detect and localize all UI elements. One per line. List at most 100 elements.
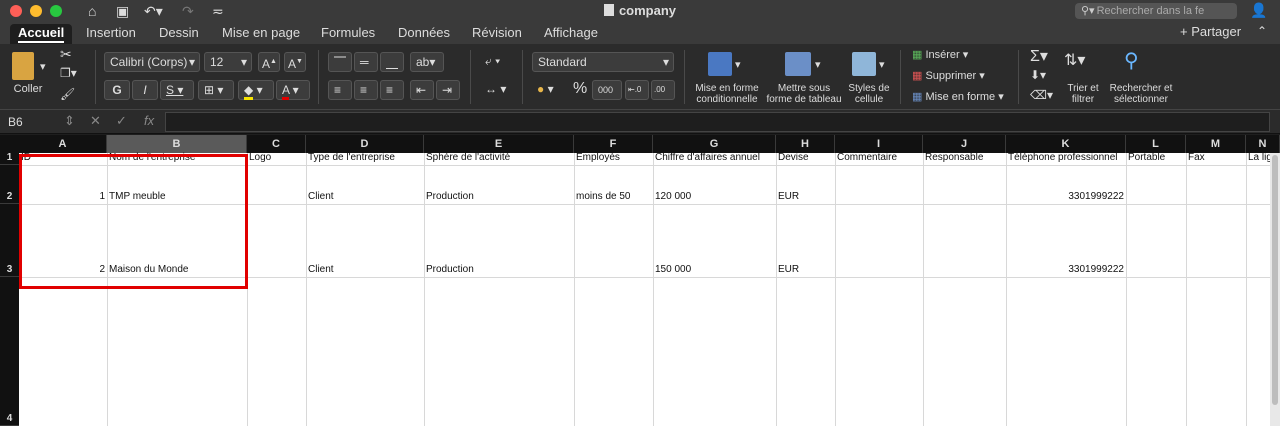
paste-dropdown-icon[interactable]: ▾ xyxy=(40,60,46,73)
underline-button[interactable]: S ▾ xyxy=(160,80,194,100)
percent-button[interactable]: % xyxy=(568,80,590,100)
column-header-l[interactable]: L xyxy=(1126,135,1186,153)
share-button[interactable]: + Partager xyxy=(1180,24,1241,39)
align-middle-button[interactable]: ═ xyxy=(354,52,378,72)
font-color-button[interactable]: A ▾ xyxy=(276,80,310,100)
cell-d2[interactable]: Client xyxy=(306,191,424,203)
tab-formules[interactable]: Formules xyxy=(321,24,375,44)
fill-color-button[interactable]: ◆ ▾ xyxy=(238,80,274,100)
cell-e1[interactable]: Sphère de l'activité xyxy=(424,152,574,164)
cell-styles-label[interactable]: Styles de cellule xyxy=(846,83,892,105)
cell-g2[interactable]: 120 000 xyxy=(653,191,776,203)
paste-icon[interactable] xyxy=(12,52,34,80)
collapse-ribbon-icon[interactable]: ⌃ xyxy=(1257,24,1267,38)
select-all-corner[interactable] xyxy=(0,135,19,153)
format-as-table-label[interactable]: Mettre sous forme de tableau xyxy=(764,83,844,105)
align-center-button[interactable]: ≡ xyxy=(354,80,378,100)
decrease-decimal-button[interactable]: .00 xyxy=(651,80,675,100)
conditional-format-label[interactable]: Mise en forme conditionnelle xyxy=(690,83,764,105)
search-field[interactable]: ⚲▾ Rechercher dans la fe xyxy=(1075,3,1237,19)
chevron-down-icon[interactable]: ▾ xyxy=(815,58,821,71)
spreadsheet-grid[interactable]: A B C D E F G H I J K L M N 1 2 3 4 ID Nom de l'entreprise L… xyxy=(0,135,1280,426)
cell-d3[interactable]: Client xyxy=(306,264,424,276)
insert-function-icon[interactable]: fx xyxy=(144,113,154,128)
cell-k3[interactable]: 3301999222 xyxy=(1006,264,1126,276)
sort-filter-label[interactable]: Trier et filtrer xyxy=(1058,83,1108,105)
tab-donnees[interactable]: Données xyxy=(398,24,450,44)
row-header-4[interactable]: 4 xyxy=(0,277,19,426)
tab-affichage[interactable]: Affichage xyxy=(544,24,598,44)
find-select-icon[interactable]: ⚲ xyxy=(1124,48,1139,73)
wrap-text-button[interactable]: ⤶ ▾ xyxy=(480,52,514,72)
chevron-down-icon[interactable]: ▾ xyxy=(735,58,741,71)
cell-f2[interactable]: moins de 50 xyxy=(574,191,653,203)
sort-filter-icon[interactable]: ⇅▾ xyxy=(1064,50,1085,70)
decrease-font-size-button[interactable]: A▼ xyxy=(284,52,306,72)
cell-f1[interactable]: Employés xyxy=(574,152,653,164)
autosum-icon[interactable]: Σ▾ xyxy=(1030,46,1048,66)
row-header-1[interactable]: 1 xyxy=(0,152,19,165)
format-cells-button[interactable]: ▦ Mise en forme ▾ xyxy=(912,90,1004,103)
column-header-k[interactable]: K xyxy=(1006,135,1126,153)
paste-label[interactable]: Coller xyxy=(8,84,48,95)
accounting-format-button[interactable]: ● ▾ xyxy=(532,80,564,100)
increase-decimal-button[interactable]: ⇤.0 xyxy=(625,80,649,100)
fill-icon[interactable]: ⬇▾ xyxy=(1030,68,1046,82)
cell-d1[interactable]: Type de l'entreprise xyxy=(306,152,424,164)
name-box-stepper-icon[interactable]: ⇕ xyxy=(64,113,75,129)
clear-icon[interactable]: ⌫▾ xyxy=(1030,88,1053,102)
align-right-button[interactable]: ≡ xyxy=(380,80,404,100)
cell-c1[interactable]: Logo xyxy=(247,152,306,164)
column-header-j[interactable]: J xyxy=(923,135,1006,153)
number-format-select[interactable]: Standard ▾ xyxy=(532,52,674,72)
cell-g3[interactable]: 150 000 xyxy=(653,264,776,276)
column-header-b[interactable]: B xyxy=(107,135,247,153)
chevron-down-icon[interactable]: ▾ xyxy=(879,58,885,71)
formula-input[interactable] xyxy=(165,112,1270,132)
tab-accueil[interactable]: Accueil xyxy=(10,24,73,44)
format-as-table-icon[interactable] xyxy=(785,52,811,76)
cell-h3[interactable]: EUR xyxy=(776,264,835,276)
format-painter-icon[interactable]: 🖌 xyxy=(60,87,75,101)
cell-e3[interactable]: Production xyxy=(424,264,574,276)
cut-icon[interactable]: ✂ xyxy=(60,46,72,63)
bold-button[interactable]: G xyxy=(104,80,130,100)
decrease-indent-button[interactable]: ⇤ xyxy=(410,80,434,100)
tab-dessin[interactable]: Dessin xyxy=(159,24,199,44)
cell-e2[interactable]: Production xyxy=(424,191,574,203)
tab-insertion[interactable]: Insertion xyxy=(86,24,136,44)
column-header-n[interactable]: N xyxy=(1246,135,1280,153)
cell-g1[interactable]: Chiffre d'affaires annuel xyxy=(653,152,776,164)
column-header-d[interactable]: D xyxy=(306,135,424,153)
font-size-select[interactable]: 12 ▾ xyxy=(204,52,252,72)
align-top-button[interactable]: ⎺ xyxy=(328,52,352,72)
borders-button[interactable]: ⊞ ▾ xyxy=(198,80,234,100)
conditional-format-icon[interactable] xyxy=(708,52,732,76)
column-header-i[interactable]: I xyxy=(835,135,923,153)
orientation-button[interactable]: ab▾ xyxy=(410,52,444,72)
cell-l1[interactable]: Portable xyxy=(1126,152,1186,164)
cell-i1[interactable]: Commentaire xyxy=(835,152,923,164)
tab-mise-en-page[interactable]: Mise en page xyxy=(222,24,300,44)
insert-cells-button[interactable]: ▦ Insérer ▾ xyxy=(912,48,968,61)
align-bottom-button[interactable]: ⎽ xyxy=(380,52,404,72)
cell-k1[interactable]: Téléphone professionnel xyxy=(1006,152,1126,164)
cell-h1[interactable]: Devise xyxy=(776,152,835,164)
vertical-scrollbar[interactable] xyxy=(1270,153,1280,426)
find-select-label[interactable]: Rechercher et sélectionner xyxy=(1104,83,1178,105)
copy-icon[interactable]: ❐▾ xyxy=(60,66,77,80)
merge-center-button[interactable]: ↔ ▾ xyxy=(480,80,514,100)
scrollbar-thumb[interactable] xyxy=(1272,155,1278,405)
column-header-c[interactable]: C xyxy=(247,135,306,153)
increase-indent-button[interactable]: ⇥ xyxy=(436,80,460,100)
font-name-select[interactable]: Calibri (Corps) ▾ xyxy=(104,52,200,72)
account-icon[interactable]: 👤 xyxy=(1250,2,1268,20)
increase-font-size-button[interactable]: A▲ xyxy=(258,52,280,72)
row-header-3[interactable]: 3 xyxy=(0,204,19,277)
thousands-separator-button[interactable]: 000 xyxy=(592,80,622,100)
column-header-m[interactable]: M xyxy=(1186,135,1246,153)
cell-h2[interactable]: EUR xyxy=(776,191,835,203)
cell-m1[interactable]: Fax xyxy=(1186,152,1246,164)
row-header-2[interactable]: 2 xyxy=(0,165,19,204)
align-left-button[interactable]: ≡ xyxy=(328,80,352,100)
